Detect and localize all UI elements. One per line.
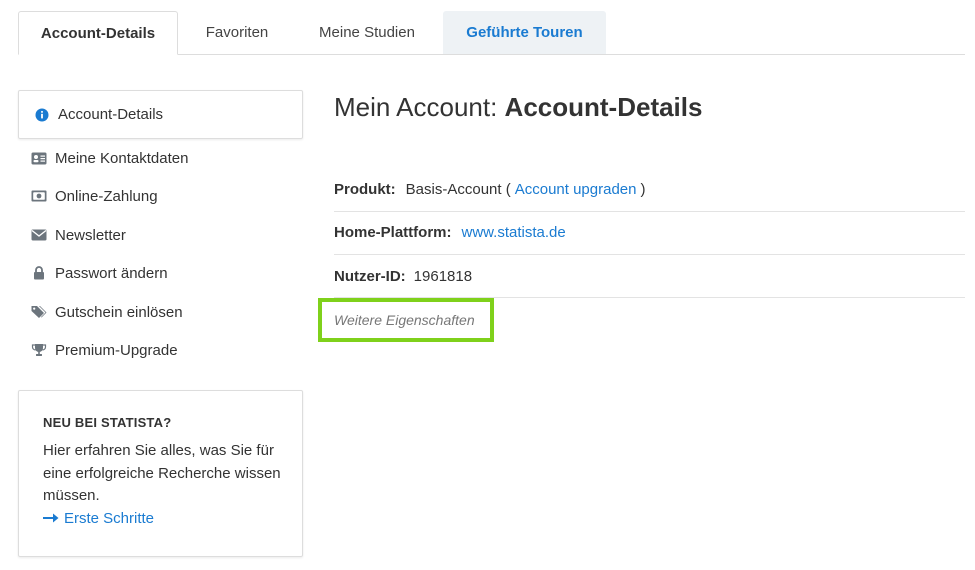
tab-label: Favoriten xyxy=(205,24,269,41)
sidebar-item-account-details[interactable]: Account-Details xyxy=(18,90,303,139)
userid-label: Nutzer-ID: xyxy=(334,268,406,285)
sidebar-item-label: Gutschein einlösen xyxy=(55,303,183,321)
new-user-infobox: NEU BEI STATISTA? Hier erfahren Sie alle… xyxy=(18,390,303,557)
tab-meine-studien[interactable]: Meine Studien xyxy=(300,11,434,54)
product-row: Produkt: Basis-Account ( Account upgrade… xyxy=(334,168,965,211)
product-value: Basis-Account ( xyxy=(405,181,511,198)
infobox-text: Hier erfahren Sie alles, was Sie für ein… xyxy=(43,442,281,504)
page-title-bold: Account-Details xyxy=(504,92,703,122)
userid-value: 1961818 xyxy=(413,268,473,285)
tab-label: Account-Details xyxy=(40,24,156,42)
weitere-eigenschaften-link[interactable]: Weitere Eigenschaften xyxy=(334,312,475,328)
arrow-right-icon xyxy=(43,508,59,530)
sidebar-item-label: Premium-Upgrade xyxy=(55,341,178,359)
sidebar-item-label: Passwort ändern xyxy=(55,264,168,282)
sidebar-item-premium-upgrade[interactable]: Premium-Upgrade xyxy=(31,338,178,362)
platform-label: Home-Plattform: xyxy=(334,224,452,241)
tags-icon xyxy=(31,304,47,320)
platform-link[interactable]: www.statista.de xyxy=(462,224,566,241)
sidebar-item-kontaktdaten[interactable]: Meine Kontaktdaten xyxy=(31,146,188,170)
money-icon xyxy=(31,188,47,204)
erste-schritte-label: Erste Schritte xyxy=(64,509,155,527)
infobox-title: NEU BEI STATISTA? xyxy=(43,415,172,430)
sidebar-item-label: Newsletter xyxy=(55,226,126,244)
tab-label: Geführte Touren xyxy=(466,24,583,41)
sidebar-item-passwort[interactable]: Passwort ändern xyxy=(31,261,168,285)
lock-icon xyxy=(31,265,47,281)
info-circle-icon xyxy=(34,107,50,123)
sidebar-item-gutschein[interactable]: Gutschein einlösen xyxy=(31,300,183,324)
sidebar-item-newsletter[interactable]: Newsletter xyxy=(31,223,126,247)
tab-label: Meine Studien xyxy=(319,24,415,41)
trophy-icon xyxy=(31,342,47,358)
product-close-paren: ) xyxy=(640,181,646,198)
top-tab-bar: Account-Details Favoriten Meine Studien … xyxy=(0,0,965,55)
product-label: Produkt: xyxy=(334,181,396,198)
sidebar-item-label: Meine Kontaktdaten xyxy=(55,149,189,167)
platform-row: Home-Plattform: www.statista.de xyxy=(334,211,965,254)
erste-schritte-link[interactable]: Erste Schritte xyxy=(43,508,282,530)
userid-row: Nutzer-ID: 1961818 xyxy=(334,255,965,298)
sidebar-item-label: Online-Zahlung xyxy=(55,187,158,205)
page-title-prefix: Mein Account: xyxy=(334,92,505,122)
sidebar-item-online-zahlung[interactable]: Online-Zahlung xyxy=(31,184,158,208)
account-upgrade-link[interactable]: Account upgraden xyxy=(515,181,637,198)
weitere-eigenschaften-highlight: Weitere Eigenschaften xyxy=(318,298,494,342)
page-title: Mein Account: Account-Details xyxy=(334,92,702,123)
tab-gefuehrte-touren[interactable]: Geführte Touren xyxy=(443,11,606,54)
id-card-icon xyxy=(31,150,47,166)
tab-account-details[interactable]: Account-Details xyxy=(18,11,178,55)
sidebar-item-label: Account-Details xyxy=(58,106,164,123)
envelope-icon xyxy=(31,227,47,243)
tab-favoriten[interactable]: Favoriten xyxy=(186,11,288,54)
